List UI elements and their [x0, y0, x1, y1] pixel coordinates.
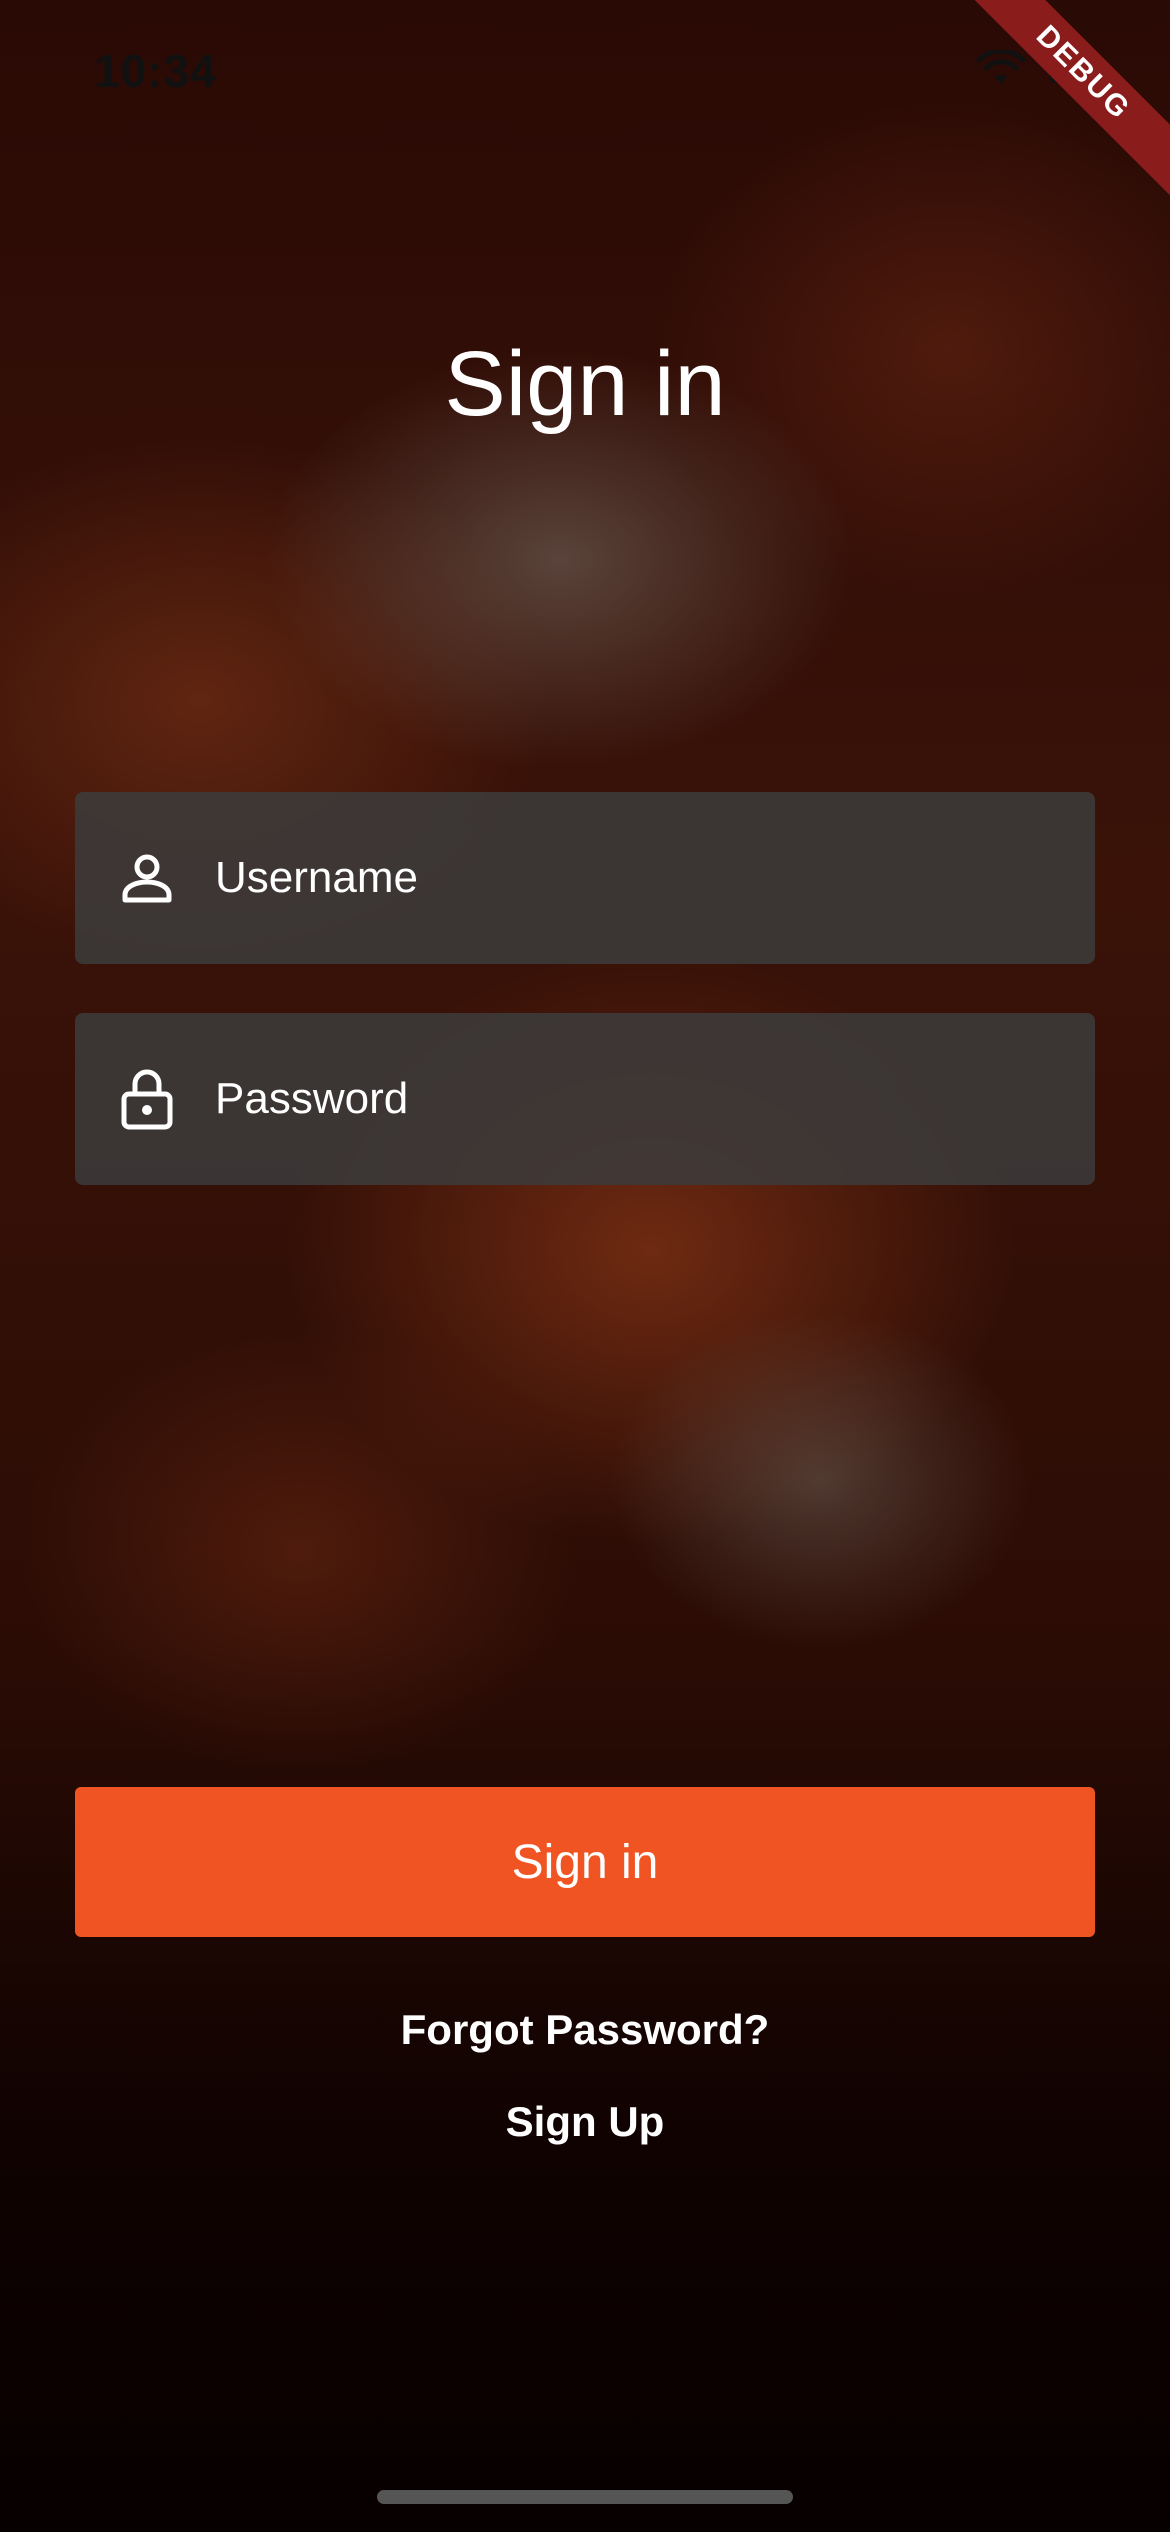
wifi-icon: [976, 48, 1026, 93]
debug-banner-label: DEBUG: [950, 0, 1170, 208]
battery-icon: [1048, 54, 1110, 89]
signup-link[interactable]: Sign Up: [0, 2098, 1170, 2146]
status-icons: [976, 48, 1110, 93]
password-field[interactable]: [75, 1013, 1095, 1185]
lock-icon: [117, 1069, 177, 1130]
username-input[interactable]: [213, 852, 1095, 904]
user-icon: [117, 848, 177, 908]
debug-banner: DEBUG: [950, 0, 1170, 220]
status-time: 10:34: [94, 45, 217, 97]
forgot-password-link[interactable]: Forgot Password?: [0, 2006, 1170, 2054]
password-input[interactable]: [213, 1073, 1095, 1125]
page-title: Sign in: [444, 332, 726, 435]
signin-button[interactable]: Sign in: [75, 1787, 1095, 1937]
username-field[interactable]: [75, 792, 1095, 964]
home-indicator: [377, 2490, 793, 2504]
